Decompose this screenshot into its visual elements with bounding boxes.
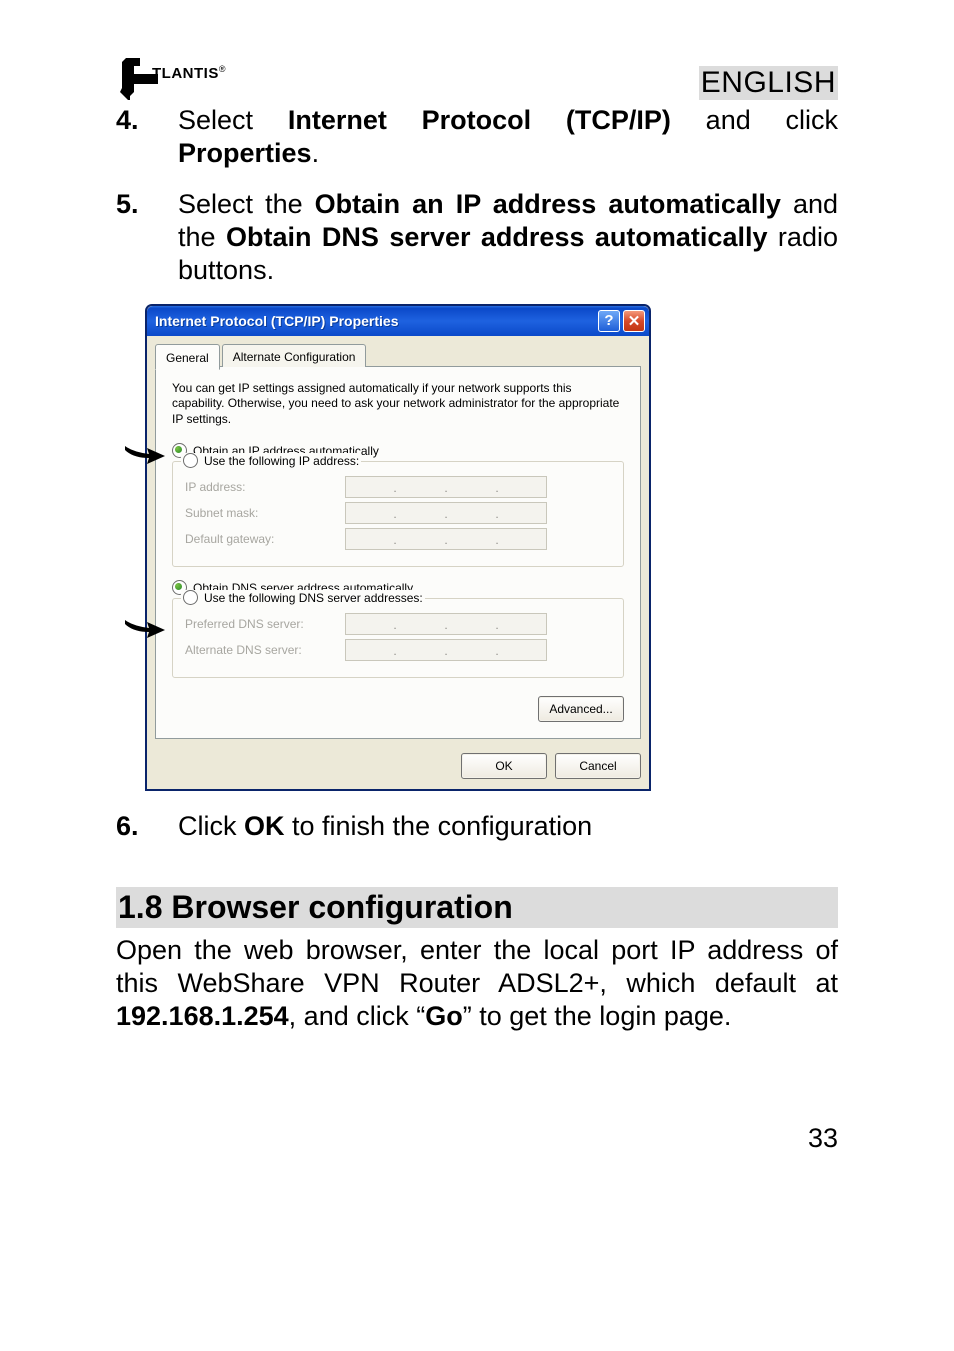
- radio-use-following-dns[interactable]: Use the following DNS server addresses:: [181, 590, 425, 605]
- page-number: 33: [116, 1123, 838, 1154]
- ok-button[interactable]: OK: [461, 753, 547, 779]
- preferred-dns-row: Preferred DNS server: ...: [185, 613, 611, 635]
- dns-manual-group: Use the following DNS server addresses: …: [172, 598, 624, 678]
- radio-label: Use the following DNS server addresses:: [204, 591, 423, 605]
- step-5: 5. Select the Obtain an IP address autom…: [116, 188, 838, 287]
- section-heading: 1.8 Browser configuration: [116, 887, 838, 928]
- step-5-bold1: Obtain an IP address automatically: [315, 189, 781, 219]
- section-paragraph: Open the web browser, enter the local po…: [116, 934, 838, 1033]
- step-5-bold2: Obtain DNS server address automatically: [226, 222, 768, 252]
- ip-address-label: IP address:: [185, 480, 345, 494]
- pointer-arrow-icon: [123, 618, 167, 640]
- description-text: You can get IP settings assigned automat…: [172, 381, 624, 428]
- default-gateway-row: Default gateway: ...: [185, 528, 611, 550]
- step-5-number: 5.: [116, 188, 178, 287]
- brand-logo: TLANTIS® AND: [116, 58, 226, 100]
- preferred-dns-input: ...: [345, 613, 547, 635]
- step-4-number: 4.: [116, 104, 178, 170]
- preferred-dns-label: Preferred DNS server:: [185, 617, 345, 631]
- dialog-title: Internet Protocol (TCP/IP) Properties: [155, 313, 595, 329]
- section-bold2: Go: [425, 1001, 463, 1031]
- tab-alternate-configuration[interactable]: Alternate Configuration: [222, 344, 367, 367]
- tab-pane-general: You can get IP settings assigned automat…: [155, 367, 641, 740]
- step-4-mid: and click: [706, 105, 838, 135]
- dialog-titlebar[interactable]: Internet Protocol (TCP/IP) Properties ? …: [147, 306, 649, 336]
- default-gateway-label: Default gateway:: [185, 532, 345, 546]
- language-badge: ENGLISH: [699, 66, 838, 100]
- close-button[interactable]: ✕: [623, 310, 645, 332]
- logo-subtext: AND: [158, 80, 173, 87]
- radio-use-following-ip[interactable]: Use the following IP address:: [181, 453, 361, 468]
- help-icon: ?: [604, 312, 613, 329]
- radio-icon: [183, 453, 198, 468]
- tcpip-properties-dialog: Internet Protocol (TCP/IP) Properties ? …: [146, 305, 650, 791]
- cancel-button[interactable]: Cancel: [555, 753, 641, 779]
- subnet-mask-row: Subnet mask: ...: [185, 502, 611, 524]
- step-4-post: .: [312, 138, 320, 168]
- tab-strip: General Alternate Configuration: [155, 344, 641, 367]
- ip-address-input: ...: [345, 476, 547, 498]
- help-button[interactable]: ?: [598, 310, 620, 332]
- step-4-bold2: Properties: [178, 138, 312, 168]
- subnet-mask-label: Subnet mask:: [185, 506, 345, 520]
- pointer-arrow-icon: [123, 444, 167, 466]
- step-6-bold: OK: [244, 811, 285, 841]
- step-4-bold1: Internet Protocol (TCP/IP): [288, 105, 671, 135]
- step-4-pre: Select: [178, 105, 288, 135]
- alternate-dns-label: Alternate DNS server:: [185, 643, 345, 657]
- radio-icon: [183, 590, 198, 605]
- section-pre: Open the web browser, enter the local po…: [116, 935, 838, 998]
- section-post: ” to get the login page.: [463, 1001, 732, 1031]
- step-6: 6. Click OK to finish the configuration: [116, 810, 838, 843]
- close-icon: ✕: [628, 312, 641, 330]
- step-5-pre: Select the: [178, 189, 315, 219]
- step-4: 4. Select Internet Protocol (TCP/IP) and…: [116, 104, 838, 170]
- default-gateway-input: ...: [345, 528, 547, 550]
- step-6-post: to finish the configuration: [285, 811, 593, 841]
- alternate-dns-row: Alternate DNS server: ...: [185, 639, 611, 661]
- step-6-number: 6.: [116, 810, 178, 843]
- tab-general[interactable]: General: [155, 344, 220, 370]
- section-bold1: 192.168.1.254: [116, 1001, 289, 1031]
- ip-address-row: IP address: ...: [185, 476, 611, 498]
- ip-manual-group: Use the following IP address: IP address…: [172, 461, 624, 567]
- subnet-mask-input: ...: [345, 502, 547, 524]
- advanced-button[interactable]: Advanced...: [538, 696, 624, 722]
- radio-label: Use the following IP address:: [204, 454, 359, 468]
- step-6-pre: Click: [178, 811, 244, 841]
- section-mid: , and click “: [289, 1001, 426, 1031]
- alternate-dns-input: ...: [345, 639, 547, 661]
